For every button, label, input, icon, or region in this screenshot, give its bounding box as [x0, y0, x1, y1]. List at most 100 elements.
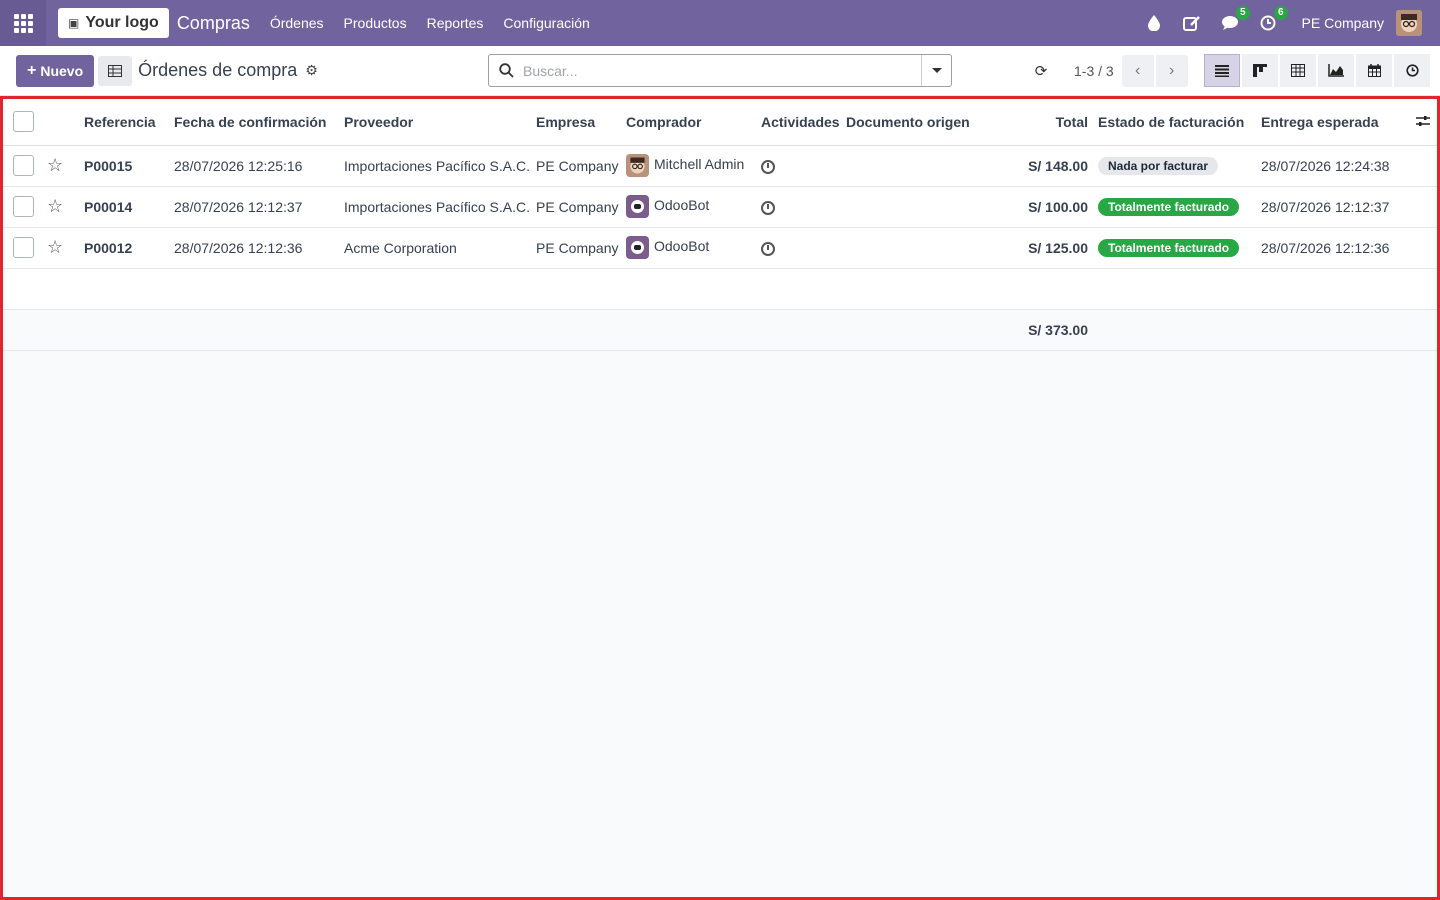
- activity-clock-icon[interactable]: [761, 159, 775, 174]
- activities-clock-icon[interactable]: 6: [1258, 6, 1288, 33]
- column-header-empresa[interactable]: Empresa: [536, 99, 626, 146]
- select-all-checkbox[interactable]: [13, 111, 34, 133]
- empty-row: [3, 268, 1437, 310]
- graph-view-icon[interactable]: [1318, 54, 1354, 87]
- kanban-view-icon[interactable]: [1242, 54, 1278, 87]
- column-header-actividades[interactable]: Actividades: [761, 99, 846, 146]
- vendor-name: Importaciones Pacífico S.A.C.: [344, 186, 536, 228]
- pager-value[interactable]: 1-3 / 3: [1074, 63, 1114, 79]
- logo-text: Your logo: [85, 14, 159, 31]
- buyer-name: Mitchell Admin: [654, 156, 745, 173]
- main-menu: Órdenes Productos Reportes Configuración: [260, 0, 600, 46]
- search-bar: [488, 54, 952, 87]
- star-icon[interactable]: ☆: [47, 237, 63, 257]
- menu-item-ordenes[interactable]: Órdenes: [260, 0, 334, 46]
- row-checkbox[interactable]: [13, 196, 34, 217]
- order-reference: P00015: [84, 145, 174, 187]
- buyer-cell: OdooBot: [626, 227, 761, 269]
- source-document: [846, 186, 996, 228]
- confirmation-date: 28/07/2026 12:12:36: [174, 227, 344, 269]
- buyer-name: OdooBot: [654, 197, 710, 214]
- menu-item-reportes[interactable]: Reportes: [417, 0, 494, 46]
- view-switcher: [1204, 54, 1432, 87]
- menu-item-productos[interactable]: Productos: [334, 0, 417, 46]
- vendor-name: Importaciones Pacífico S.A.C.: [344, 145, 536, 187]
- activity-view-icon[interactable]: [1394, 54, 1430, 87]
- pivot-view-icon[interactable]: [1280, 54, 1316, 87]
- list-view-toggle-icon[interactable]: [98, 55, 133, 86]
- plus-icon: +: [27, 61, 37, 79]
- gear-icon[interactable]: ⚙: [305, 62, 318, 79]
- company-name: PE Company: [536, 145, 626, 187]
- table-row[interactable]: ☆ P00015 28/07/2026 12:25:16 Importacion…: [3, 145, 1437, 187]
- app-name[interactable]: Compras: [177, 13, 250, 34]
- page-title: Órdenes de compra: [138, 60, 298, 80]
- row-checkbox[interactable]: [13, 155, 34, 176]
- company-name: PE Company: [536, 227, 626, 269]
- activities-count-badge: 6: [1273, 6, 1288, 20]
- search-icon: [489, 63, 523, 78]
- chevron-left-icon[interactable]: ‹: [1121, 54, 1154, 87]
- buyer-cell: OdooBot: [626, 186, 761, 228]
- star-icon[interactable]: ☆: [47, 196, 63, 216]
- search-input[interactable]: [523, 62, 921, 79]
- droplet-icon[interactable]: [1144, 13, 1164, 33]
- buyer-cell: Mitchell Admin: [626, 145, 761, 187]
- sum-total: S/ 373.00: [996, 309, 1098, 351]
- table-row[interactable]: ☆ P00012 28/07/2026 12:12:36 Acme Corpor…: [3, 227, 1437, 269]
- new-button-label: Nuevo: [40, 62, 84, 79]
- confirmation-date: 28/07/2026 12:12:37: [174, 186, 344, 228]
- order-total: S/ 148.00: [996, 145, 1098, 187]
- buyer-name: OdooBot: [654, 238, 710, 255]
- chevron-right-icon[interactable]: ›: [1155, 54, 1188, 87]
- source-document: [846, 227, 996, 269]
- expected-delivery: 28/07/2026 12:12:37: [1261, 186, 1416, 228]
- column-header-proveedor[interactable]: Proveedor: [344, 99, 536, 146]
- table-row[interactable]: ☆ P00014 28/07/2026 12:12:37 Importacion…: [3, 186, 1437, 228]
- top-navbar: ▣ Your logo Compras Órdenes Productos Re…: [0, 0, 1440, 46]
- totals-row: S/ 373.00: [3, 309, 1437, 351]
- order-total: S/ 125.00: [996, 227, 1098, 269]
- optional-columns-icon[interactable]: [1416, 99, 1437, 146]
- expected-delivery: 28/07/2026 12:24:38: [1261, 145, 1416, 187]
- pager: ⟳ 1-3 / 3 ‹ ›: [1030, 54, 1188, 87]
- messages-icon[interactable]: 5: [1220, 6, 1250, 33]
- user-avatar[interactable]: [1396, 10, 1422, 36]
- camera-icon: ▣: [68, 16, 80, 30]
- search-options-toggle[interactable]: [921, 55, 951, 86]
- activity-clock-icon[interactable]: [761, 200, 775, 215]
- table-header-row: Referencia Fecha de confirmación Proveed…: [3, 99, 1437, 146]
- buyer-avatar: [626, 236, 649, 259]
- order-reference: P00012: [84, 227, 174, 269]
- apps-menu-icon[interactable]: [0, 0, 46, 46]
- list-view-icon[interactable]: [1204, 54, 1240, 87]
- order-reference: P00014: [84, 186, 174, 228]
- column-header-total[interactable]: Total: [996, 99, 1098, 146]
- activity-clock-icon[interactable]: [761, 241, 775, 256]
- company-switcher[interactable]: PE Company: [1302, 15, 1384, 31]
- star-icon[interactable]: ☆: [47, 155, 63, 175]
- column-header-comprador[interactable]: Comprador: [626, 99, 761, 146]
- row-checkbox[interactable]: [13, 237, 34, 258]
- column-header-fecha[interactable]: Fecha de confirmación: [174, 99, 344, 146]
- refresh-icon[interactable]: ⟳: [1030, 62, 1052, 80]
- messages-count-badge: 5: [1235, 6, 1250, 20]
- new-button[interactable]: + Nuevo: [16, 54, 95, 87]
- list-view-content: Referencia Fecha de confirmación Proveed…: [0, 96, 1440, 900]
- column-header-referencia[interactable]: Referencia: [84, 99, 174, 146]
- order-total: S/ 100.00: [996, 186, 1098, 228]
- edit-note-icon[interactable]: [1182, 13, 1202, 33]
- column-header-documento-origen[interactable]: Documento origen: [846, 99, 996, 146]
- vendor-name: Acme Corporation: [344, 227, 536, 269]
- calendar-view-icon[interactable]: [1356, 54, 1392, 87]
- company-name: PE Company: [536, 186, 626, 228]
- company-logo[interactable]: ▣ Your logo: [58, 8, 169, 38]
- column-header-entrega-esperada[interactable]: Entrega esperada: [1261, 99, 1416, 146]
- expected-delivery: 28/07/2026 12:12:36: [1261, 227, 1416, 269]
- confirmation-date: 28/07/2026 12:25:16: [174, 145, 344, 187]
- billing-status-badge: Totalmente facturado: [1098, 197, 1240, 216]
- menu-item-configuracion[interactable]: Configuración: [493, 0, 599, 46]
- caret-down-icon: [931, 68, 942, 73]
- column-header-estado-facturacion[interactable]: Estado de facturación: [1098, 99, 1261, 146]
- control-panel: + Nuevo Órdenes de compra ⚙ ⟳ 1-3 / 3 ‹ …: [0, 46, 1440, 96]
